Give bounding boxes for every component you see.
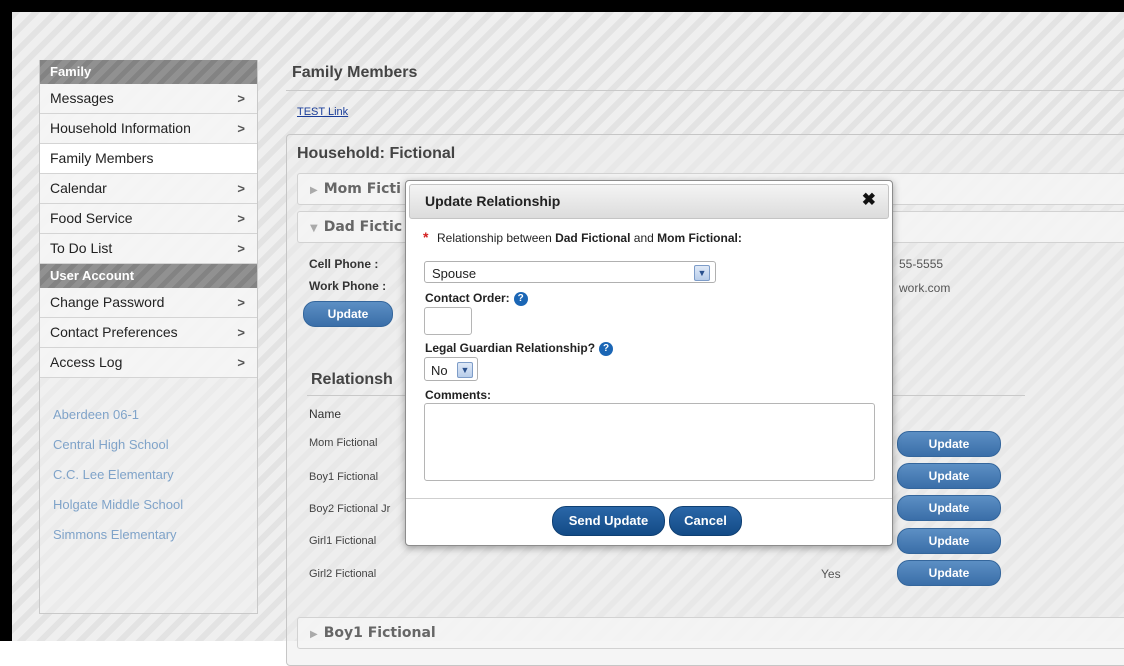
person-a: Dad Fictional [555, 231, 631, 245]
legal-guardian-label-text: Legal Guardian Relationship? [425, 341, 596, 355]
chevron-right-icon: > [237, 241, 245, 256]
sidebar-item-label: Calendar [50, 180, 107, 196]
dialog-title: Update Relationship [425, 193, 561, 209]
school-link-central-high[interactable]: Central High School [53, 430, 257, 460]
accordion-label: Mom Ficti [323, 181, 401, 197]
school-link-simmons[interactable]: Simmons Elementary [53, 520, 257, 550]
sidebar-item-to-do-list[interactable]: To Do List > [40, 234, 257, 264]
sidebar: Family Messages > Household Information … [39, 60, 258, 614]
relationship-update-button[interactable]: Update [897, 528, 1001, 554]
relationship-update-button[interactable]: Update [897, 431, 1001, 457]
chevron-down-icon: ▼ [694, 265, 710, 281]
chevron-right-icon: > [237, 121, 245, 136]
dialog-header: Update Relationship ✖ [409, 184, 889, 219]
sidebar-item-change-password[interactable]: Change Password > [40, 288, 257, 318]
chevron-right-icon: > [237, 91, 245, 106]
school-link-aberdeen[interactable]: Aberdeen 06-1 [53, 400, 257, 430]
email-value: work.com [899, 281, 951, 295]
dialog-footer-divider [406, 498, 892, 499]
relationship-update-button[interactable]: Update [897, 463, 1001, 489]
sidebar-item-food-service[interactable]: Food Service > [40, 204, 257, 234]
relationship-select-value: Spouse [432, 266, 477, 281]
name-column-header: Name [309, 407, 342, 421]
relationship-prefix: Relationship between [437, 231, 552, 245]
sidebar-item-label: Contact Preferences [50, 324, 178, 340]
accordion-label: Dad Fictic [323, 219, 403, 235]
legal-guardian-label: Legal Guardian Relationship?? [425, 341, 614, 356]
contact-order-label-text: Contact Order: [425, 291, 510, 305]
relationship-description: Relationship between Dad Fictional and M… [437, 231, 742, 245]
relationship-name: Girl1 Fictional [309, 535, 377, 547]
triangle-right-icon: ▶ [310, 185, 318, 196]
sidebar-item-label: Change Password [50, 294, 165, 310]
help-icon[interactable]: ? [513, 291, 528, 306]
relationship-name: Girl2 Fictional [309, 568, 377, 580]
relationship-name: Mom Fictional [309, 437, 378, 449]
sidebar-item-label: Household Information [50, 120, 191, 136]
chevron-right-icon: > [237, 211, 245, 226]
guardian-yes: Yes [821, 567, 841, 581]
relationship-name: Boy1 Fictional [309, 471, 379, 483]
and-text: and [633, 231, 654, 245]
comments-label: Comments: [425, 388, 492, 402]
required-indicator: * [423, 229, 429, 245]
work-phone-label: Work Phone : [309, 279, 387, 293]
chevron-down-icon: ▼ [457, 362, 473, 378]
page-title: Family Members [292, 64, 418, 81]
sidebar-item-label: Family Members [50, 150, 154, 166]
cell-phone-label: Cell Phone : [309, 257, 379, 271]
school-link-holgate[interactable]: Holgate Middle School [53, 490, 257, 520]
school-list: Aberdeen 06-1 Central High School C.C. L… [40, 400, 257, 550]
sidebar-item-label: Messages [50, 90, 114, 106]
contact-order-input[interactable] [424, 307, 472, 335]
contact-order-label: Contact Order:? [425, 291, 528, 306]
chevron-right-icon: > [237, 325, 245, 340]
close-icon[interactable]: ✖ [862, 190, 876, 210]
sidebar-item-label: Access Log [50, 354, 123, 370]
relationships-title: Relationsh [311, 371, 393, 388]
app-frame: Family Messages > Household Information … [0, 0, 1124, 666]
sidebar-item-family-members[interactable]: Family Members [40, 144, 257, 174]
sidebar-header-user-account: User Account [40, 264, 257, 288]
accordion-label: Boy1 Fictional [323, 625, 436, 641]
sidebar-item-label: To Do List [50, 240, 113, 256]
title-divider [286, 90, 1124, 91]
relationship-update-button[interactable]: Update [897, 560, 1001, 586]
sidebar-item-label: Food Service [50, 210, 133, 226]
sidebar-item-access-log[interactable]: Access Log > [40, 348, 257, 378]
comments-textarea[interactable] [424, 403, 875, 481]
sidebar-item-contact-preferences[interactable]: Contact Preferences > [40, 318, 257, 348]
school-link-cc-lee[interactable]: C.C. Lee Elementary [53, 460, 257, 490]
relationship-update-button[interactable]: Update [897, 495, 1001, 521]
sidebar-header-family: Family [40, 60, 257, 84]
legal-guardian-select-value: No [431, 363, 448, 378]
relationship-select[interactable]: Spouse ▼ [424, 261, 716, 283]
chevron-right-icon: > [237, 181, 245, 196]
sidebar-item-messages[interactable]: Messages > [40, 84, 257, 114]
household-title: Household: Fictional [297, 145, 456, 162]
chevron-right-icon: > [237, 355, 245, 370]
accordion-boy1[interactable]: ▶ Boy1 Fictional [297, 617, 1124, 649]
update-relationship-dialog: Update Relationship ✖ * Relationship bet… [405, 180, 893, 546]
update-dad-button[interactable]: Update [303, 301, 393, 327]
person-b: Mom Fictional: [657, 231, 742, 245]
sidebar-item-calendar[interactable]: Calendar > [40, 174, 257, 204]
send-update-button[interactable]: Send Update [552, 506, 665, 536]
triangle-down-icon: ▼ [310, 223, 318, 234]
sidebar-item-household-information[interactable]: Household Information > [40, 114, 257, 144]
legal-guardian-select[interactable]: No ▼ [424, 357, 478, 381]
test-link[interactable]: TEST Link [297, 106, 348, 118]
cancel-button[interactable]: Cancel [669, 506, 742, 536]
relationship-name: Boy2 Fictional Jr [309, 503, 391, 515]
help-icon[interactable]: ? [599, 341, 614, 356]
chevron-right-icon: > [237, 295, 245, 310]
triangle-right-icon: ▶ [310, 629, 318, 640]
cell-phone-value: 55-5555 [899, 257, 944, 271]
